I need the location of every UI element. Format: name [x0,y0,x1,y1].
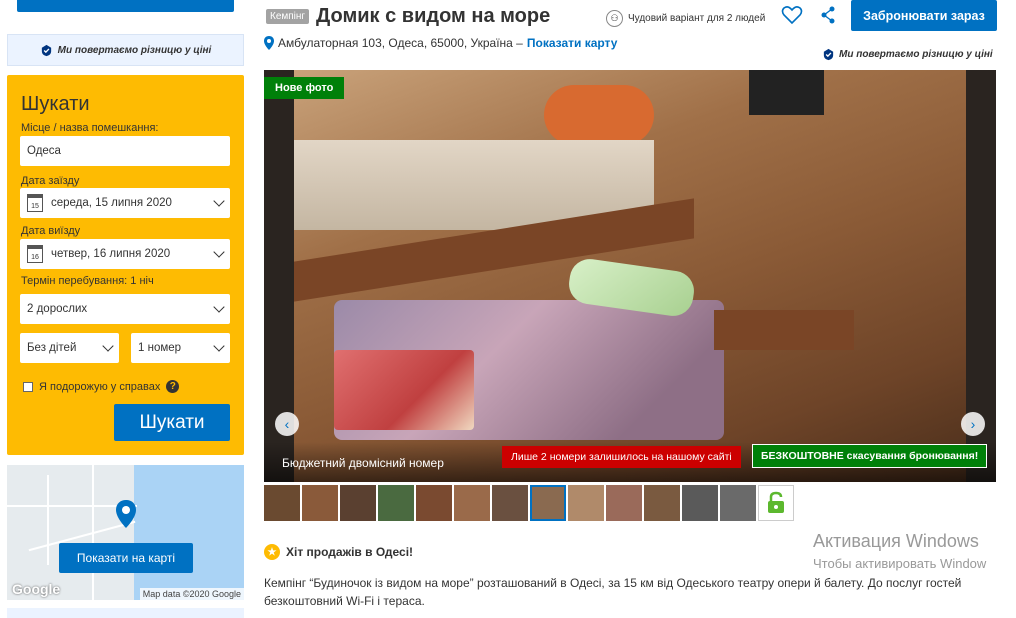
top-sidebar-button[interactable] [17,0,234,12]
place-input[interactable]: Одеса [20,136,230,166]
photo-desk [714,310,854,350]
checkout-date-field[interactable]: 16 четвер, 16 липня 2020 [20,239,230,269]
business-checkbox[interactable] [23,381,33,392]
property-description: Кемпінг “Будиночок із видом на море” роз… [264,576,962,608]
search-box: Шукати Місце / назва помешкання: Одеса Д… [7,75,244,455]
children-select[interactable]: Без дітей [20,333,119,363]
thumbnail[interactable] [568,485,604,521]
rooms-select[interactable]: 1 номер [131,333,230,363]
more-photos-button[interactable] [758,485,794,521]
heart-icon[interactable] [781,4,803,26]
thumbnail[interactable] [340,485,376,521]
thumbnail[interactable] [302,485,338,521]
room-name: Бюджетний двомісний номер [282,456,444,470]
new-photo-badge: Нове фото [264,77,345,99]
checkin-day-number: 15 [31,203,39,210]
thumbnail[interactable] [720,485,756,521]
checkin-value: середа, 15 липня 2020 [51,197,172,209]
family-icon: ⚇ [606,9,623,27]
photo-tv [749,70,824,115]
map-credit: Map data ©2020 Google [139,588,244,600]
watermark-line1: Активация Windows [813,531,979,551]
chevron-down-icon [102,340,114,352]
book-now-button[interactable]: Забронювати зараз [851,0,997,31]
thumbnail-selected[interactable] [530,485,566,521]
thumbnail[interactable] [416,485,452,521]
bestseller-text: Хіт продажів в Одесі! [286,545,414,559]
address-line: Амбулаторная 103, Одеса, 65000, Україна … [264,36,617,50]
chevron-down-icon [213,301,225,313]
property-type-badge: Кемпінг [266,9,310,24]
property-name: Домик с видом на море [316,5,551,27]
search-button[interactable]: Шукати [114,404,230,441]
checkout-label: Дата виїзду [21,225,81,237]
rooms-value: 1 номер [138,342,182,354]
thumbnail[interactable] [682,485,718,521]
checkout-value: четвер, 16 липня 2020 [51,248,171,260]
windows-activation-watermark: Активация Windows Чтобы активировать Win… [813,531,986,571]
thumbnail[interactable] [378,485,414,521]
room-photo [294,70,966,482]
address-text: Амбулаторная 103, Одеса, 65000, Україна … [278,36,523,50]
thumbnail[interactable] [492,485,528,521]
adults-value: 2 дорослих [27,303,88,315]
map-preview[interactable]: Показати на карті Google Map data ©2020 … [7,465,244,600]
unlock-icon [768,491,784,513]
family-note: ⚇ Чудовий варіант для 2 людей [606,8,765,28]
sidebar: Ми повертаємо різницю у ціні Шукати Місц… [0,0,252,618]
chevron-down-icon [213,246,225,258]
next-photo-button[interactable]: › [961,412,985,436]
location-pin-icon [264,36,274,50]
business-label: Я подорожую у справах [39,380,161,393]
prev-photo-button[interactable]: ‹ [275,412,299,436]
share-icon[interactable] [820,6,836,24]
bestseller-note: ★ Хіт продажів в Одесі! [264,544,413,560]
map-sea [134,465,244,600]
checkin-label: Дата заїзду [21,175,80,187]
photo-rolled-mattress [544,85,654,145]
price-match-box: Ми повертаємо різницю у ціні [7,34,244,66]
chevron-down-icon [213,340,225,352]
thumbnail[interactable] [606,485,642,521]
show-map-link[interactable]: Показати карту [527,36,618,50]
free-cancel-badge: БЕЗКОШТОВНЕ скасування бронювання! [752,444,988,468]
calendar-icon: 15 [27,194,43,212]
thumbnail-strip [264,485,794,521]
shield-check-icon [823,48,834,61]
map-road [47,475,49,565]
main-photo[interactable]: Нове фото ‹ › Бюджетний двомісний номер … [264,70,996,482]
question-icon[interactable]: ? [166,380,180,393]
thumbnail[interactable] [644,485,680,521]
thumbnail[interactable] [264,485,300,521]
adults-select[interactable]: 2 дорослих [20,294,230,324]
price-match-text: Ми повертаємо різницю у ціні [57,44,212,56]
rooms-left-badge: Лише 2 номери залишилось на нашому сайті [502,446,741,468]
family-note-text: Чудовий варіант для 2 людей [628,12,766,24]
map-pin-icon [116,500,136,528]
duration-text: Термін перебування: 1 ніч [21,275,154,287]
checkin-date-field[interactable]: 15 середа, 15 липня 2020 [20,188,230,218]
photo-towels [334,350,474,430]
chevron-down-icon [213,195,225,207]
checkout-day-number: 16 [31,254,39,261]
place-label: Місце / назва помешкання: [21,122,159,134]
price-match-note: Ми повертаємо різницю у ціні [822,48,993,61]
thumbnail[interactable] [454,485,490,521]
business-travel: Я подорожую у справах ? [23,380,180,393]
place-value: Одеса [27,145,61,157]
show-on-map-button[interactable]: Показати на карті [59,543,193,573]
price-match-note-text: Ми повертаємо різницю у ціні [839,49,993,60]
children-value: Без дітей [27,342,77,354]
watermark-line2: Чтобы активировать Window [813,556,987,571]
star-icon: ★ [264,544,280,560]
shield-check-icon [41,44,51,56]
property-main: Кемпінг Домик с видом на море ⚇ Чудовий … [264,0,1016,617]
map-road [92,465,94,600]
search-title: Шукати [21,93,90,115]
google-logo: Google [12,581,61,597]
calendar-icon: 16 [27,245,43,263]
